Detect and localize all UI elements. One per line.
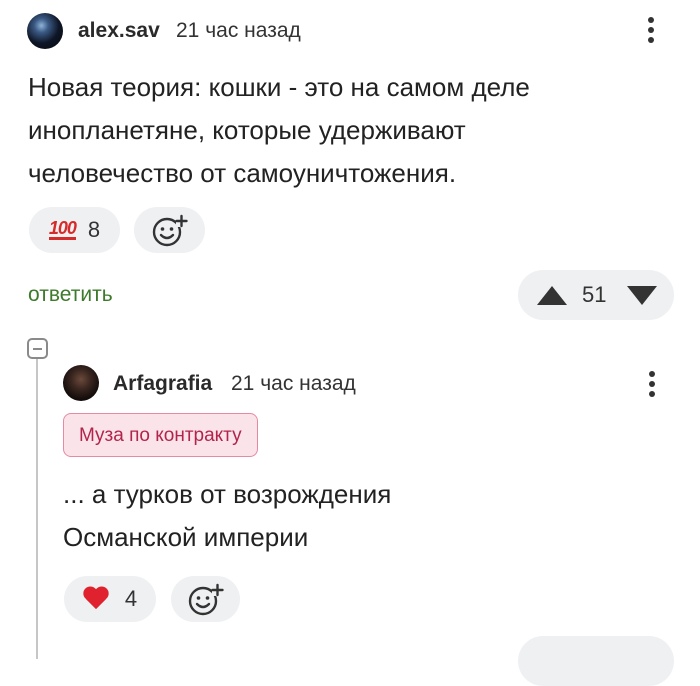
- comment-text: Новая теория: кошки - это на самом деле …: [28, 72, 530, 188]
- more-options-icon[interactable]: [648, 371, 656, 401]
- add-reaction-icon: [188, 583, 224, 616]
- downvote-arrow-icon[interactable]: [627, 286, 657, 305]
- collapse-thread-icon[interactable]: [27, 338, 48, 359]
- add-reaction-button[interactable]: [134, 207, 205, 253]
- vote-score: 51: [582, 282, 607, 307]
- avatar[interactable]: [27, 13, 63, 49]
- comment-username[interactable]: alex.sav: [78, 19, 160, 43]
- thread-line[interactable]: [36, 359, 38, 659]
- add-reaction-icon: [152, 214, 188, 247]
- heart-icon: [83, 587, 109, 611]
- reply-link[interactable]: ответить: [28, 283, 113, 307]
- comment-timestamp: 21 час назад: [176, 19, 301, 42]
- comment-text: ... а турков от возрождения Османской им…: [63, 479, 392, 552]
- user-badge[interactable]: Муза по контракту: [63, 413, 258, 457]
- reaction-100-button[interactable]: 100 8: [29, 207, 120, 253]
- reaction-heart-button[interactable]: 4: [64, 576, 156, 622]
- vote-control: 51: [518, 270, 674, 320]
- add-reaction-button[interactable]: [171, 576, 240, 622]
- vote-control[interactable]: [518, 636, 674, 686]
- upvote-arrow-icon[interactable]: [537, 286, 567, 305]
- hundred-points-icon: 100: [48, 218, 77, 240]
- comment-username[interactable]: Arfagrafia: [113, 372, 212, 396]
- reaction-count: 8: [87, 217, 101, 242]
- more-options-icon[interactable]: [647, 17, 655, 47]
- avatar[interactable]: [63, 365, 99, 401]
- comment-timestamp: 21 час назад: [231, 372, 356, 395]
- reaction-count: 4: [124, 586, 138, 611]
